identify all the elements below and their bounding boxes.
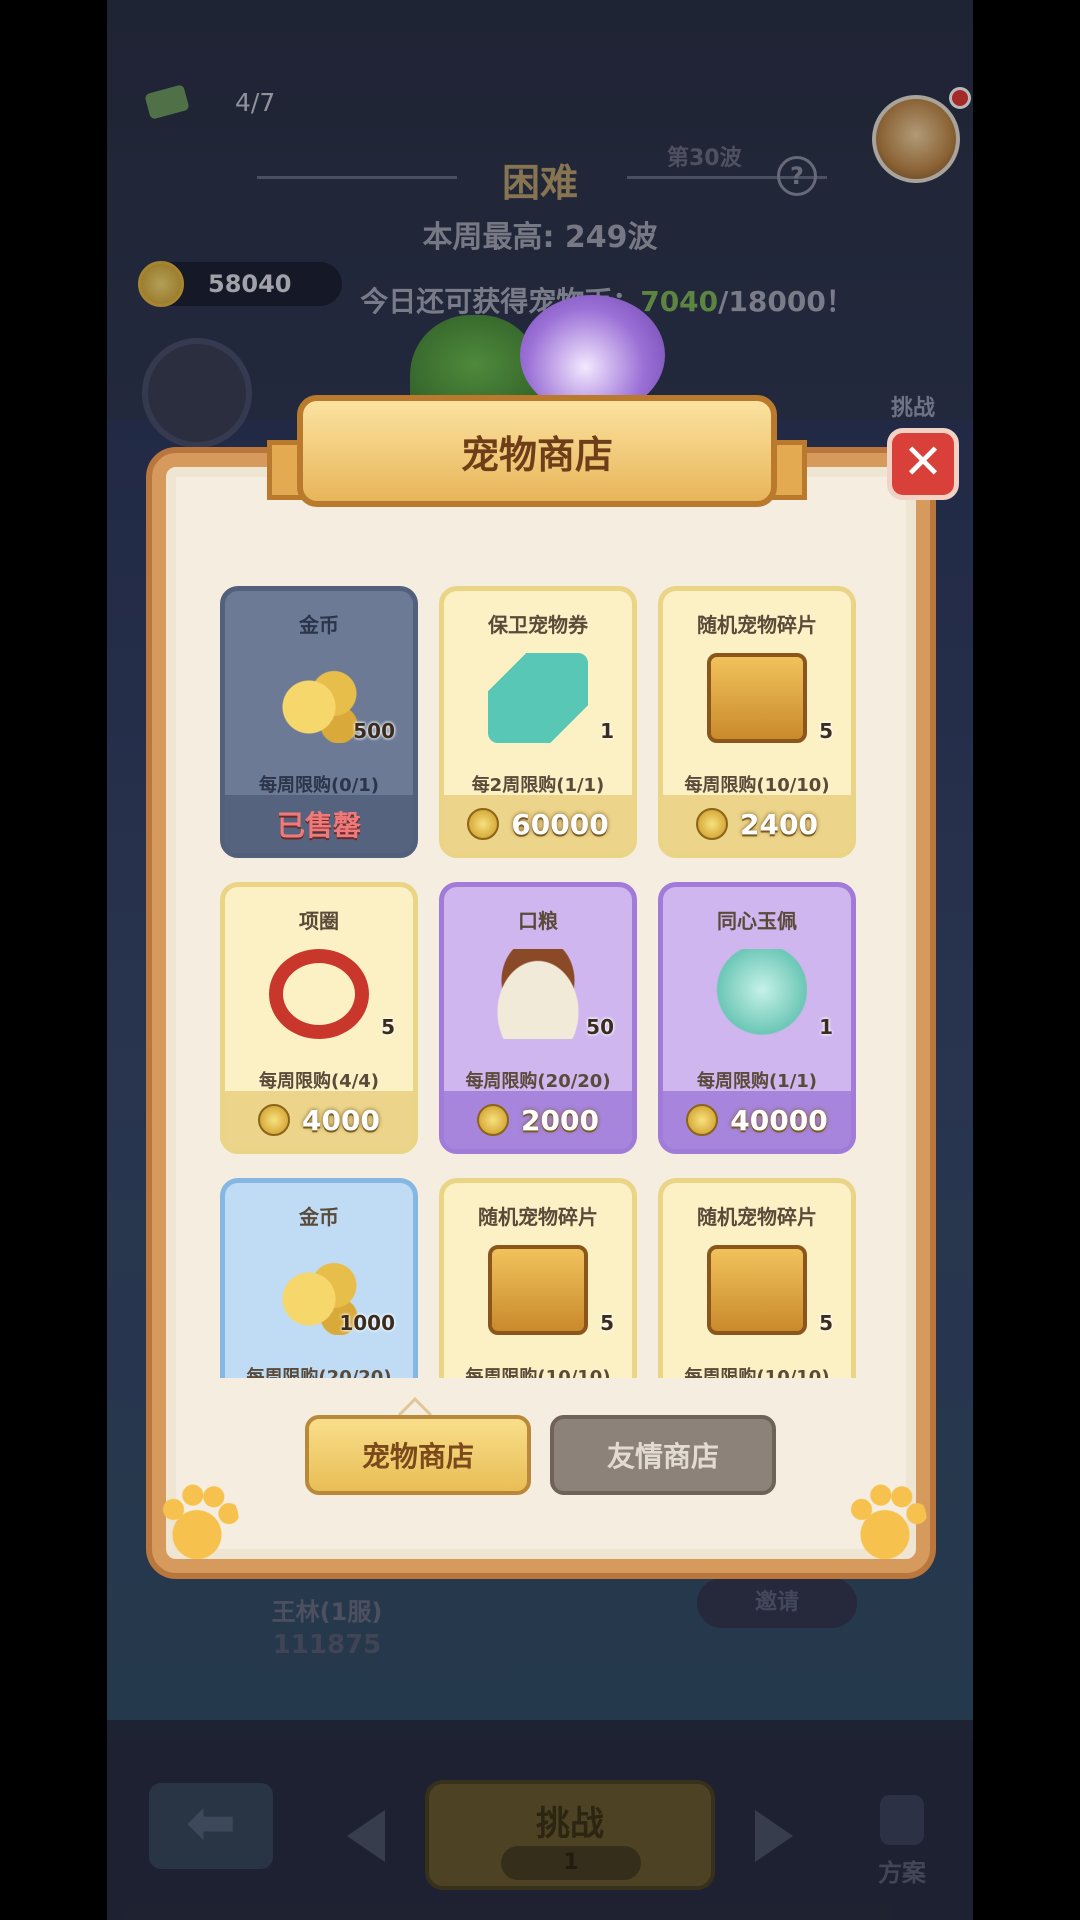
tab-friend-shop[interactable]: 友情商店 (550, 1415, 776, 1495)
purchase-limit: 每周限购(4/4) (258, 1071, 380, 1092)
purchase-limit: 每周限购(20/20) (246, 1367, 392, 1378)
item-name: 随机宠物碎片 (697, 1205, 817, 1229)
shop-item-card[interactable]: 保卫宠物券 1 每2周限购(1/1) 60000 (439, 586, 637, 858)
shop-item-card[interactable]: 项圈 5 每周限购(4/4) 4000 (220, 882, 418, 1154)
tab-pet-shop[interactable]: 宠物商店 (305, 1415, 531, 1495)
purchase-limit: 每周限购(10/10) (684, 1367, 830, 1378)
price-value: 2000 (521, 1103, 599, 1137)
shop-title-banner: 宠物商店 (297, 395, 777, 507)
item-quantity: 5 (819, 1311, 833, 1335)
shop-item-card[interactable]: 金币 500 每周限购(0/1) 已售罄 (220, 586, 418, 858)
item-name: 随机宠物碎片 (697, 613, 817, 637)
pet-coin-icon (686, 1104, 719, 1136)
shop-item-card[interactable]: 随机宠物碎片 5 每周限购(10/10) 2400 (658, 586, 856, 858)
purchase-limit: 每周限购(10/10) (684, 775, 830, 796)
shop-item-card[interactable]: 随机宠物碎片 5 每周限购(10/10) (439, 1178, 637, 1378)
paw-icon (155, 1480, 239, 1564)
purchase-limit: 每2周限购(1/1) (471, 775, 605, 796)
item-quantity: 5 (819, 719, 833, 743)
close-button[interactable]: ✕ (887, 428, 959, 500)
purchase-limit: 每周限购(10/10) (465, 1367, 611, 1378)
shop-item-card[interactable]: 随机宠物碎片 5 每周限购(10/10) (658, 1178, 856, 1378)
pet-coin-icon (477, 1104, 510, 1136)
sold-out-bar: 已售罄 (225, 795, 413, 853)
buy-price-button[interactable]: 2000 (444, 1091, 632, 1149)
game-screen: 4/7 困难 第30波 ? 本周最高: 249波 58040 今日还可获得宠物币… (107, 0, 973, 1920)
paw-icon (843, 1480, 927, 1564)
price-value: 2400 (740, 807, 818, 841)
item-quantity: 5 (600, 1311, 614, 1335)
ticket-icon (488, 653, 588, 743)
purchase-limit: 每周限购(20/20) (465, 1071, 611, 1092)
chest-icon (488, 1245, 588, 1335)
shop-item-card[interactable]: 口粮 50 每周限购(20/20) 2000 (439, 882, 637, 1154)
pet-coin-icon (467, 808, 500, 840)
food-bowl-icon (488, 949, 588, 1039)
item-name: 保卫宠物券 (488, 613, 588, 637)
purchase-limit: 每周限购(0/1) (258, 775, 380, 796)
collar-icon (269, 949, 369, 1039)
item-quantity: 50 (586, 1015, 614, 1039)
item-name: 金币 (299, 1205, 339, 1229)
item-name: 项圈 (299, 909, 339, 933)
purchase-limit: 每周限购(1/1) (696, 1071, 818, 1092)
item-name: 口粮 (518, 909, 558, 933)
buy-price-button[interactable]: 60000 (444, 795, 632, 853)
shop-item-grid: 金币 500 每周限购(0/1) 已售罄 保卫宠物券 1 每2周限购(1/1) … (212, 578, 868, 1378)
item-name: 随机宠物碎片 (478, 1205, 598, 1229)
pet-coin-icon (258, 1104, 291, 1136)
price-value: 40000 (730, 1103, 828, 1137)
buy-price-button[interactable]: 40000 (663, 1091, 851, 1149)
sold-out-label: 已售罄 (276, 809, 361, 842)
shop-item-card[interactable]: 金币 1000 每周限购(20/20) (220, 1178, 418, 1378)
item-quantity: 1 (600, 719, 614, 743)
item-quantity: 1000 (339, 1311, 395, 1335)
price-value: 4000 (302, 1103, 380, 1137)
shop-item-card[interactable]: 同心玉佩 1 每周限购(1/1) 40000 (658, 882, 856, 1154)
item-name: 同心玉佩 (717, 909, 797, 933)
jade-pendant-icon (707, 949, 807, 1039)
price-value: 60000 (511, 807, 609, 841)
item-name: 金币 (299, 613, 339, 637)
buy-price-button[interactable]: 2400 (663, 795, 851, 853)
item-quantity: 5 (381, 1015, 395, 1039)
chest-icon (707, 653, 807, 743)
pet-coin-icon (696, 808, 729, 840)
item-quantity: 500 (353, 719, 395, 743)
buy-price-button[interactable]: 4000 (225, 1091, 413, 1149)
item-quantity: 1 (819, 1015, 833, 1039)
shop-title: 宠物商店 (460, 432, 613, 477)
chest-icon (707, 1245, 807, 1335)
